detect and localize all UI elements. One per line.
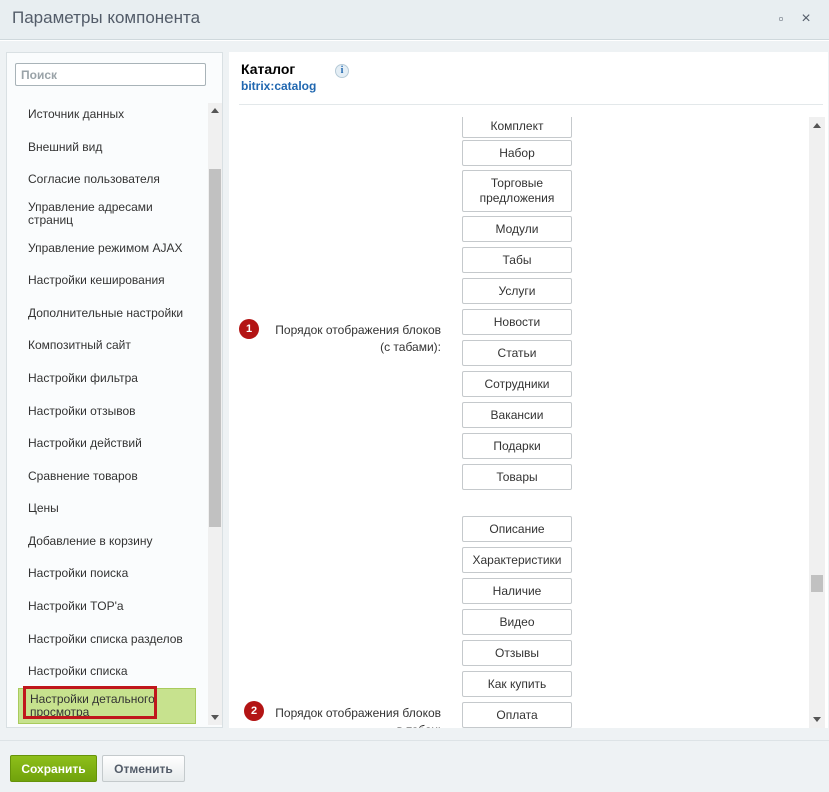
- sidebar-item-caching[interactable]: Настройки кеширования: [28, 274, 198, 287]
- scrollbar-thumb[interactable]: [811, 575, 823, 592]
- order-item[interactable]: Отзывы: [462, 640, 572, 666]
- order-item[interactable]: Комплект: [462, 117, 572, 138]
- sidebar-item-data-source[interactable]: Источник данных: [28, 108, 198, 121]
- sidebar: Источник данных Внешний вид Согласие пол…: [6, 52, 223, 728]
- info-icon[interactable]: i: [335, 64, 349, 78]
- dialog-title: Параметры компонента: [12, 8, 201, 27]
- search-input[interactable]: [15, 63, 206, 86]
- sidebar-item-search[interactable]: Настройки поиска: [28, 567, 198, 580]
- order-item[interactable]: Торговые предложения: [462, 170, 572, 212]
- dialog-body: Источник данных Внешний вид Согласие пол…: [0, 41, 829, 740]
- order-item[interactable]: Модули: [462, 216, 572, 242]
- order-item[interactable]: Статьи: [462, 340, 572, 366]
- order-item[interactable]: Товары: [462, 464, 572, 490]
- field-label-tab-order: Порядок отображения блоков (с табами):: [275, 323, 441, 354]
- order-item[interactable]: Набор: [462, 140, 572, 166]
- sidebar-item-composite-site[interactable]: Композитный сайт: [28, 339, 198, 352]
- sidebar-item-reviews[interactable]: Настройки отзывов: [28, 405, 198, 418]
- order-item[interactable]: Оплата: [462, 702, 572, 728]
- scroll-down-icon[interactable]: [211, 715, 219, 720]
- dialog-footer: Сохранить Отменить: [0, 740, 829, 792]
- main-panel: Каталог bitrix:catalog i 1 Порядок отобр…: [229, 52, 828, 728]
- order-item[interactable]: Видео: [462, 609, 572, 635]
- step-badge: 1: [239, 319, 259, 339]
- order-item[interactable]: Новости: [462, 309, 572, 335]
- order-item[interactable]: Наличие: [462, 578, 572, 604]
- order-item[interactable]: Сотрудники: [462, 371, 572, 397]
- cancel-button[interactable]: Отменить: [102, 755, 185, 782]
- sidebar-item-detail-view[interactable]: Настройки детального просмотра: [18, 686, 196, 724]
- sidebar-list: Источник данных Внешний вид Согласие пол…: [7, 103, 207, 725]
- order-item[interactable]: Характеристики: [462, 547, 572, 573]
- save-button[interactable]: Сохранить: [10, 755, 97, 782]
- sidebar-item-section-list[interactable]: Настройки списка разделов: [28, 633, 198, 646]
- dialog-title-bar: Параметры компонента ▫ ×: [0, 0, 829, 40]
- maximize-icon[interactable]: ▫: [771, 9, 791, 29]
- sidebar-item-top[interactable]: Настройки TOP'а: [28, 600, 198, 613]
- order-item[interactable]: Описание: [462, 516, 572, 542]
- component-code: bitrix:catalog: [241, 79, 317, 93]
- sidebar-item-filter[interactable]: Настройки фильтра: [28, 372, 198, 385]
- order-item[interactable]: Услуги: [462, 278, 572, 304]
- close-icon[interactable]: ×: [796, 9, 816, 29]
- scroll-up-icon[interactable]: [211, 108, 219, 113]
- sidebar-item-list[interactable]: Настройки списка: [28, 665, 198, 678]
- scrollbar-thumb[interactable]: [209, 169, 221, 527]
- order-item[interactable]: Подарки: [462, 433, 572, 459]
- sidebar-item-additional[interactable]: Дополнительные настройки: [28, 307, 198, 320]
- step-badge: 2: [244, 701, 264, 721]
- sidebar-item-label: Настройки детального просмотра: [30, 692, 155, 719]
- order-item[interactable]: Как купить: [462, 671, 572, 697]
- main-scrollbar[interactable]: [809, 117, 825, 728]
- sidebar-scrollbar[interactable]: [208, 103, 222, 725]
- sidebar-item-page-addresses[interactable]: Управление адресами страниц: [28, 201, 198, 227]
- sidebar-item-actions[interactable]: Настройки действий: [28, 437, 198, 450]
- sidebar-item-ajax-mode[interactable]: Управление режимом AJAX: [28, 242, 198, 255]
- scroll-up-icon[interactable]: [813, 123, 821, 128]
- settings-scroll-area: 1 Порядок отображения блоков (с табами):…: [229, 117, 828, 728]
- order-item[interactable]: Вакансии: [462, 402, 572, 428]
- scroll-down-icon[interactable]: [813, 717, 821, 722]
- sidebar-item-appearance[interactable]: Внешний вид: [28, 141, 198, 154]
- sidebar-item-user-consent[interactable]: Согласие пользователя: [28, 173, 198, 186]
- sidebar-item-add-to-cart[interactable]: Добавление в корзину: [28, 535, 198, 548]
- sidebar-item-compare[interactable]: Сравнение товаров: [28, 470, 198, 483]
- sidebar-item-prices[interactable]: Цены: [28, 502, 198, 515]
- component-title: Каталог: [241, 61, 296, 77]
- field-label-in-tabs-order: Порядок отображения блоков в табах:: [275, 706, 441, 728]
- order-item[interactable]: Табы: [462, 247, 572, 273]
- divider: [239, 104, 823, 105]
